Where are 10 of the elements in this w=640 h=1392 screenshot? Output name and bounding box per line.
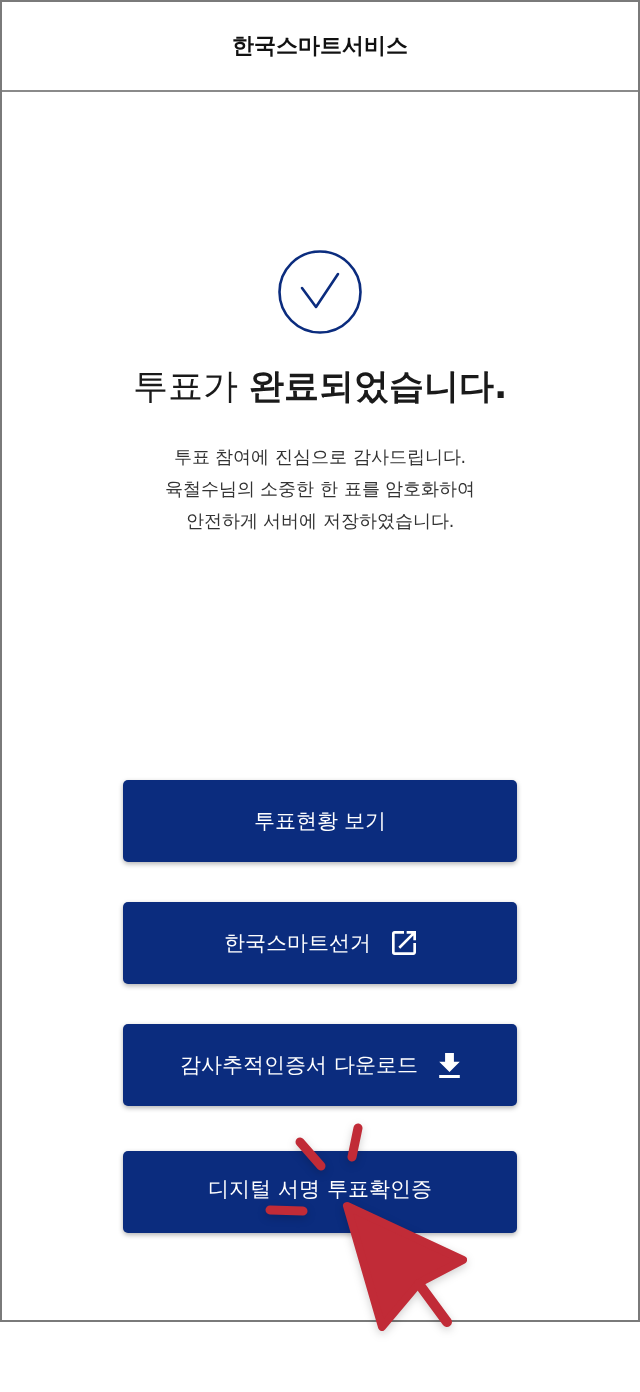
action-button[interactable]: 감사추적인증서 다운로드 xyxy=(123,1024,517,1106)
header-title: 한국스마트서비스 xyxy=(232,32,408,60)
action-button[interactable]: 투표현황 보기 xyxy=(123,780,517,862)
check-circle-icon xyxy=(278,250,362,334)
action-button[interactable]: 디지털 서명 투표확인증 xyxy=(123,1151,517,1233)
thank-you-message: 투표 참여에 진심으로 감사드립니다. 육철수님의 소중한 한 표를 암호화하여 안전하게 서버에 저장하였습니다. xyxy=(164,446,476,533)
external-link-icon xyxy=(392,931,416,955)
action-button[interactable]: 한국스마트선거 xyxy=(123,902,517,984)
completion-headline: 투표가 완료되었습니다. xyxy=(132,365,508,408)
download-icon xyxy=(438,1052,460,1078)
